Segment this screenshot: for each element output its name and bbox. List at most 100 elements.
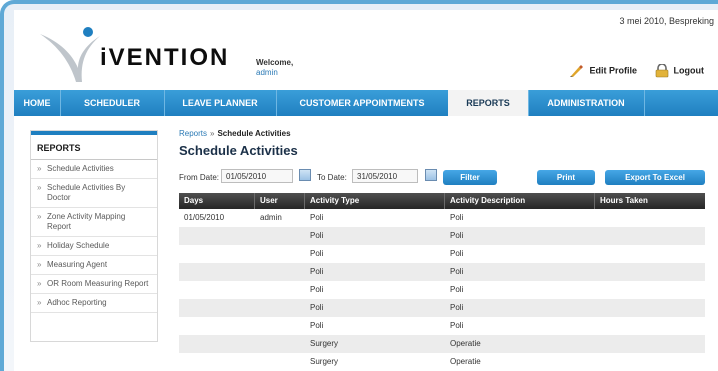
cell-hours-taken bbox=[595, 245, 705, 263]
cell-activity-description: Operatie bbox=[450, 357, 481, 366]
print-button[interactable]: Print bbox=[537, 170, 595, 185]
page-title: Schedule Activities bbox=[179, 143, 298, 158]
cell-hours-taken bbox=[595, 353, 705, 371]
column-header-days: Days bbox=[179, 193, 255, 209]
page: 3 mei 2010, Bespreking iVENTION Welcome,… bbox=[14, 10, 718, 371]
edit-profile-label: Edit Profile bbox=[589, 65, 637, 76]
welcome-block: Welcome, admin bbox=[256, 58, 293, 78]
breadcrumb-reports-link[interactable]: Reports bbox=[179, 129, 207, 138]
sidebar-title: REPORTS bbox=[31, 135, 157, 160]
top-actions: Edit Profile Logout bbox=[555, 64, 704, 78]
table-row: Poli Poli bbox=[179, 317, 705, 335]
sidebar-item-adhoc-reporting[interactable]: Adhoc Reporting bbox=[31, 294, 157, 313]
table-row: Surgery Operatie bbox=[179, 335, 705, 353]
cell-user: admin bbox=[260, 213, 282, 222]
table-row: Poli Poli bbox=[179, 227, 705, 245]
cell-days bbox=[179, 263, 255, 281]
cell-user bbox=[255, 227, 305, 245]
cell-activity-type: Poli bbox=[310, 231, 324, 240]
cell-days bbox=[179, 227, 255, 245]
cell-user bbox=[255, 299, 305, 317]
cell-hours-taken bbox=[595, 227, 705, 245]
activities-table: Days User Activity Type Activity Descrip… bbox=[179, 193, 705, 371]
cell-user bbox=[255, 317, 305, 335]
cell-days bbox=[179, 245, 255, 263]
cell-hours-taken bbox=[595, 263, 705, 281]
cell-activity-type: Poli bbox=[310, 213, 324, 222]
cell-activity-description: Operatie bbox=[450, 339, 481, 348]
cell-user bbox=[255, 245, 305, 263]
table-row: Surgery Operatie bbox=[179, 353, 705, 371]
edit-profile-link[interactable]: Edit Profile bbox=[569, 64, 637, 78]
breadcrumb-current: Schedule Activities bbox=[217, 129, 291, 138]
logout-link[interactable]: Logout bbox=[654, 64, 705, 78]
cell-user bbox=[255, 281, 305, 299]
date-line: 3 mei 2010, Bespreking bbox=[619, 16, 714, 26]
table-row: 01/05/2010 admin Poli Poli bbox=[179, 209, 705, 227]
filter-bar: From Date: 01/05/2010 To Date: 31/05/201… bbox=[179, 168, 705, 190]
logout-label: Logout bbox=[673, 65, 705, 76]
cell-activity-type: Poli bbox=[310, 267, 324, 276]
cell-activity-description: Poli bbox=[450, 249, 464, 258]
tab-customer-appointments[interactable]: CUSTOMER APPOINTMENTS bbox=[276, 90, 449, 116]
cell-days bbox=[179, 317, 255, 335]
cell-user bbox=[255, 353, 305, 371]
cell-hours-taken bbox=[595, 281, 705, 299]
cell-activity-type: Surgery bbox=[310, 339, 339, 348]
tab-scheduler[interactable]: SCHEDULER bbox=[60, 90, 165, 116]
cell-user bbox=[255, 263, 305, 281]
cell-activity-type: Surgery bbox=[310, 357, 339, 366]
cell-activity-description: Poli bbox=[450, 267, 464, 276]
filter-button[interactable]: Filter bbox=[443, 170, 497, 185]
table-row: Poli Poli bbox=[179, 263, 705, 281]
breadcrumb: Reports» Schedule Activities bbox=[179, 129, 291, 138]
sidebar-item-schedule-activities[interactable]: Schedule Activities bbox=[31, 160, 157, 179]
sidebar-item-or-room-measuring[interactable]: OR Room Measuring Report bbox=[31, 275, 157, 294]
edit-pencil-icon bbox=[570, 65, 584, 77]
sidebar-item-schedule-activities-by-doctor[interactable]: Schedule Activities By Doctor bbox=[31, 179, 157, 208]
column-header-activity-description: Activity Description bbox=[445, 193, 595, 209]
welcome-user-link[interactable]: admin bbox=[256, 68, 293, 78]
table-header-row: Days User Activity Type Activity Descrip… bbox=[179, 193, 705, 209]
column-header-user: User bbox=[255, 193, 305, 209]
cell-hours-taken bbox=[595, 317, 705, 335]
cell-hours-taken bbox=[595, 209, 705, 227]
cell-activity-type: Poli bbox=[310, 285, 324, 294]
sidebar-item-holiday-schedule[interactable]: Holiday Schedule bbox=[31, 237, 157, 256]
to-date-input[interactable]: 31/05/2010 bbox=[352, 169, 418, 183]
logo-text: iVENTION bbox=[100, 44, 230, 71]
cell-days: 01/05/2010 bbox=[184, 213, 225, 222]
from-date-label: From Date: bbox=[179, 173, 220, 182]
cell-hours-taken bbox=[595, 335, 705, 353]
from-date-input[interactable]: 01/05/2010 bbox=[221, 169, 293, 183]
cell-hours-taken bbox=[595, 299, 705, 317]
breadcrumb-separator: » bbox=[210, 129, 215, 138]
sidebar-item-measuring-agent[interactable]: Measuring Agent bbox=[31, 256, 157, 275]
cell-activity-description: Poli bbox=[450, 231, 464, 240]
sidebar-item-zone-activity-mapping[interactable]: Zone Activity Mapping Report bbox=[31, 208, 157, 237]
cell-activity-type: Poli bbox=[310, 249, 324, 258]
welcome-label: Welcome, bbox=[256, 58, 294, 67]
cell-days bbox=[179, 353, 255, 371]
table-row: Poli Poli bbox=[179, 245, 705, 263]
lock-icon bbox=[655, 64, 668, 78]
table-row: Poli Poli bbox=[179, 299, 705, 317]
cell-days bbox=[179, 335, 255, 353]
sidebar: REPORTS Schedule Activities Schedule Act… bbox=[30, 130, 158, 342]
main-nav: HOME SCHEDULER LEAVE PLANNER CUSTOMER AP… bbox=[14, 90, 718, 116]
cell-days bbox=[179, 281, 255, 299]
tab-leave-planner[interactable]: LEAVE PLANNER bbox=[164, 90, 277, 116]
cell-activity-type: Poli bbox=[310, 321, 324, 330]
cell-activity-description: Poli bbox=[450, 321, 464, 330]
tab-administration[interactable]: ADMINISTRATION bbox=[528, 90, 645, 116]
from-date-calendar-icon[interactable] bbox=[299, 169, 311, 181]
cell-user bbox=[255, 335, 305, 353]
logo-swoosh-icon bbox=[40, 27, 100, 82]
column-header-hours-taken: Hours Taken bbox=[600, 196, 648, 205]
export-to-excel-button[interactable]: Export To Excel bbox=[605, 170, 705, 185]
cell-activity-description: Poli bbox=[450, 303, 464, 312]
to-date-calendar-icon[interactable] bbox=[425, 169, 437, 181]
tab-reports[interactable]: REPORTS bbox=[448, 90, 529, 116]
tab-home[interactable]: HOME bbox=[14, 90, 61, 116]
cell-activity-description: Poli bbox=[450, 285, 464, 294]
